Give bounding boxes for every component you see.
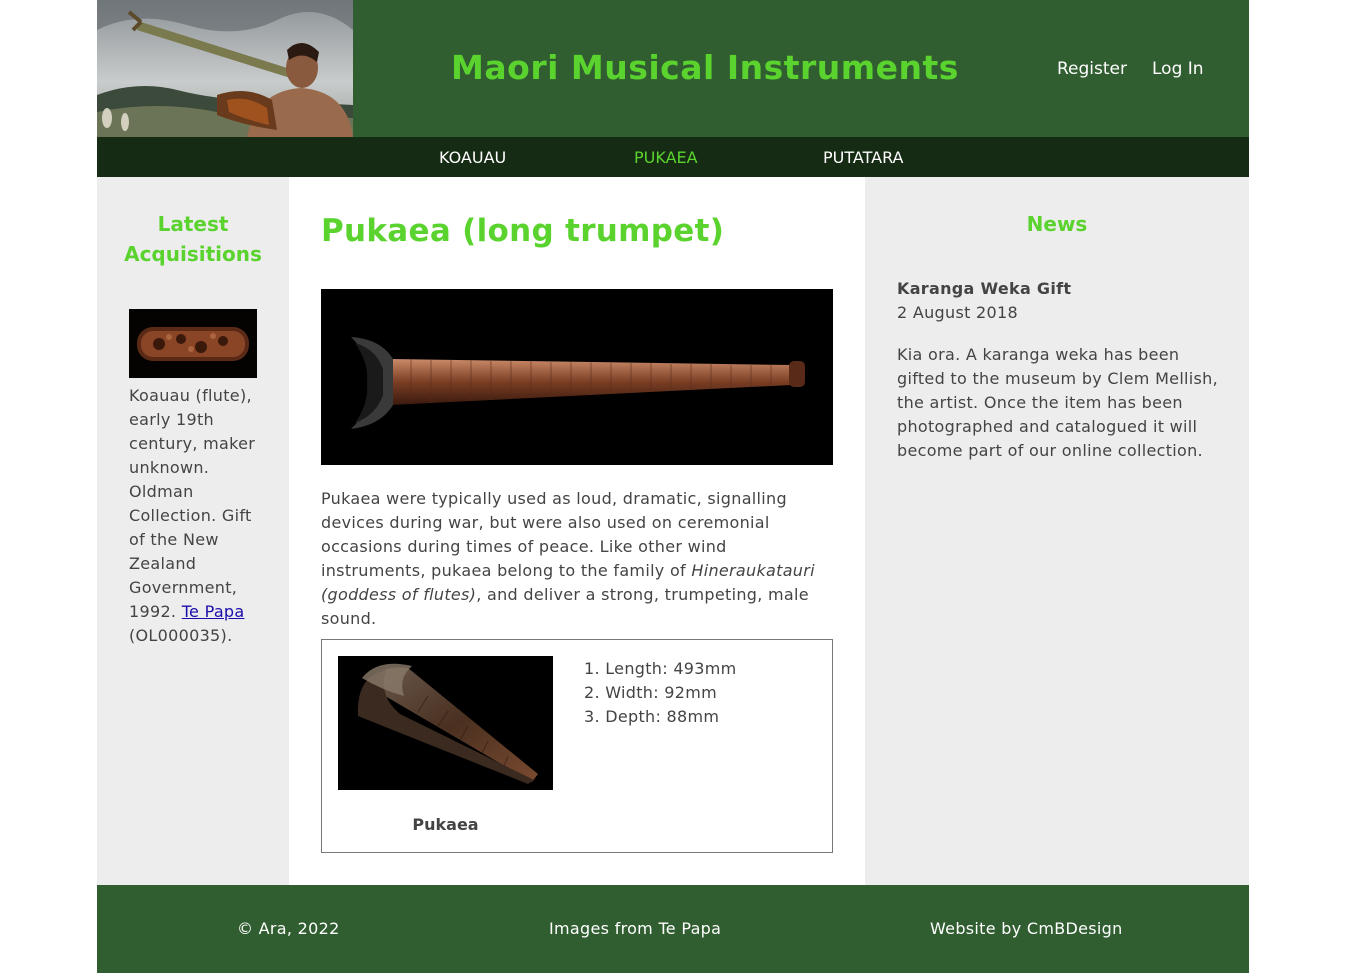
- right-sidebar: News Karanga Weka Gift 2 August 2018 Kia…: [865, 177, 1249, 885]
- page-title: Pukaea (long trumpet): [321, 213, 725, 249]
- site-title: Maori Musical Instruments: [451, 48, 959, 87]
- dimension-depth: 3. Depth: 88mm: [584, 707, 720, 726]
- dimension-width: 2. Width: 92mm: [584, 683, 718, 702]
- dimension-length: 1. Length: 493mm: [584, 659, 737, 678]
- acquisition-caption-id: (OL000035).: [129, 626, 233, 645]
- site-footer: © Ara, 2022 Images from Te Papa Website …: [97, 885, 1249, 973]
- news-item-date: 2 August 2018: [897, 303, 1018, 322]
- site-header: Maori Musical Instruments Register Log I…: [97, 0, 1249, 137]
- pukaea-thumbnail-image: [338, 656, 553, 790]
- dimensions-list: 1. Length: 493mm 2. Width: 92mm 3. Depth…: [584, 657, 737, 729]
- nav-item-koauau[interactable]: KOAUAU: [439, 148, 506, 167]
- footer-image-credit: Images from Te Papa: [549, 919, 722, 938]
- latest-acquisitions-heading: Latest Acquisitions: [124, 212, 262, 266]
- page: Maori Musical Instruments Register Log I…: [97, 0, 1249, 973]
- news-item-body: Kia ora. A karanga weka has been gifted …: [897, 345, 1219, 460]
- footer-copyright: © Ara, 2022: [237, 919, 340, 938]
- header-hero-image: [97, 0, 353, 137]
- pukaea-description: Pukaea were typically used as loud, dram…: [321, 487, 833, 631]
- acquisition-caption-text: Koauau (flute), early 19th century, make…: [129, 386, 256, 621]
- main-nav: KOAUAU PUKAEA PUTATARA: [97, 137, 1249, 177]
- left-sidebar: Latest Acquisitions Koauau (flute), earl…: [97, 177, 289, 885]
- login-link[interactable]: Log In: [1152, 59, 1204, 79]
- news-heading: News: [1026, 212, 1088, 236]
- nav-item-putatara[interactable]: PUTATARA: [823, 148, 903, 167]
- te-papa-link[interactable]: Te Papa: [182, 602, 245, 621]
- acquisition-caption: Koauau (flute), early 19th century, make…: [129, 384, 259, 648]
- thumbnail-caption: Pukaea: [412, 815, 479, 834]
- register-link[interactable]: Register: [1057, 59, 1127, 79]
- nav-item-pukaea[interactable]: PUKAEA: [634, 148, 698, 167]
- specification-box: Pukaea 1. Length: 493mm 2. Width: 92mm 3…: [321, 639, 833, 853]
- pukaea-main-image: [321, 289, 833, 465]
- news-item-title: Karanga Weka Gift: [897, 279, 1072, 298]
- footer-site-credit: Website by CmBDesign: [930, 919, 1123, 938]
- acquisition-image: [129, 309, 257, 378]
- main-content: Pukaea (long trumpet) Pukaea were typica…: [289, 177, 865, 885]
